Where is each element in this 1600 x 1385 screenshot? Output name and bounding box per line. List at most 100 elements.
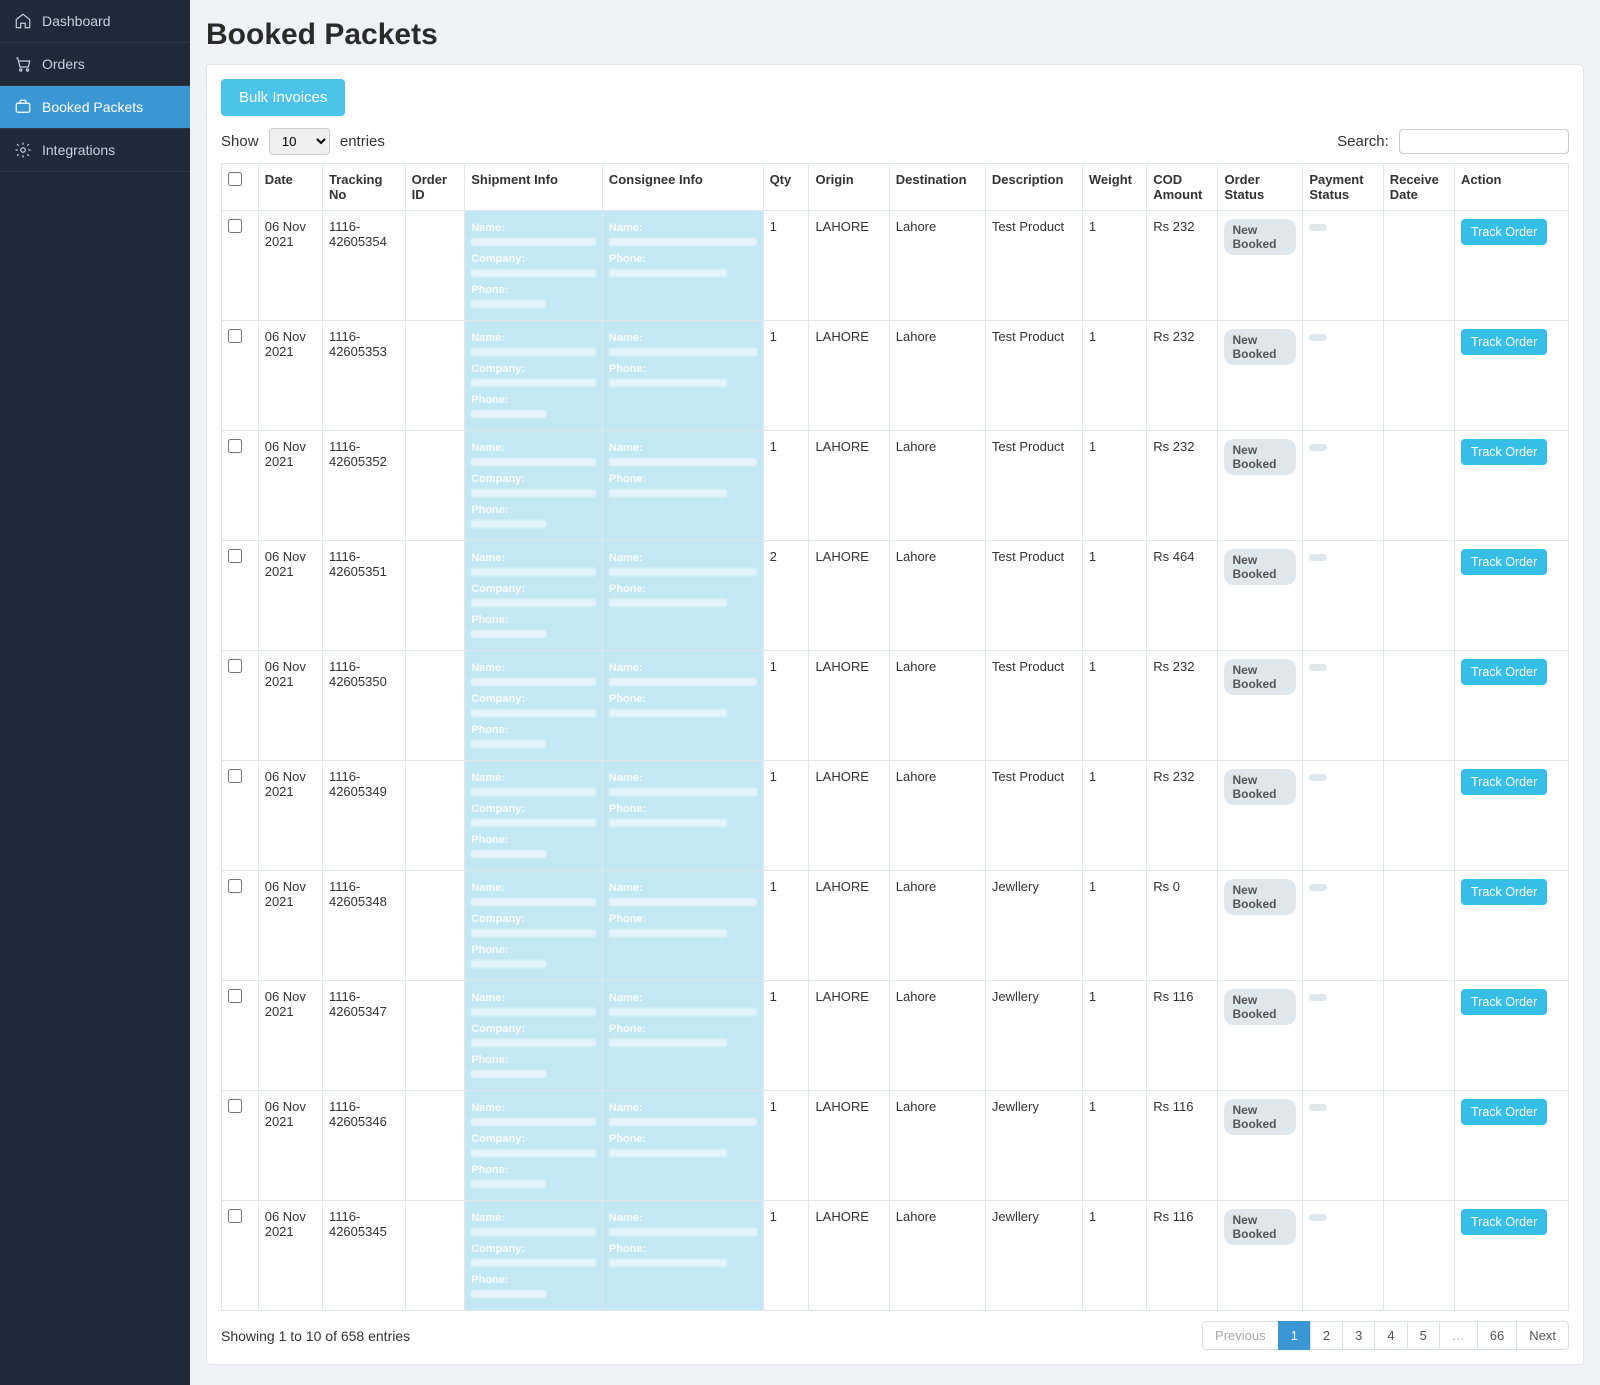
sidebar-item-label: Dashboard bbox=[42, 13, 111, 29]
cell-status: New Booked bbox=[1218, 871, 1303, 981]
cell-date: 06 Nov 2021 bbox=[258, 1201, 322, 1311]
track-order-button[interactable]: Track Order bbox=[1461, 769, 1547, 795]
row-checkbox[interactable] bbox=[228, 1209, 242, 1223]
cell-weight: 1 bbox=[1082, 761, 1146, 871]
pagination-next[interactable]: Next bbox=[1516, 1321, 1569, 1350]
payment-dash bbox=[1309, 664, 1327, 671]
cell-weight: 1 bbox=[1082, 1091, 1146, 1201]
col-cod[interactable]: COD Amount bbox=[1147, 164, 1218, 211]
sidebar-item-dashboard[interactable]: Dashboard bbox=[0, 0, 190, 43]
col-orderid[interactable]: Order ID bbox=[405, 164, 465, 211]
search-input[interactable] bbox=[1399, 129, 1569, 154]
row-checkbox[interactable] bbox=[228, 219, 242, 233]
track-order-button[interactable]: Track Order bbox=[1461, 439, 1547, 465]
table-row: 06 Nov 20211116-42605348Name:Company:Pho… bbox=[222, 871, 1569, 981]
col-origin[interactable]: Origin bbox=[809, 164, 889, 211]
row-checkbox[interactable] bbox=[228, 879, 242, 893]
cell-payment bbox=[1303, 1091, 1383, 1201]
col-select bbox=[222, 164, 259, 211]
row-checkbox[interactable] bbox=[228, 769, 242, 783]
track-order-button[interactable]: Track Order bbox=[1461, 989, 1547, 1015]
bulk-invoices-button[interactable]: Bulk Invoices bbox=[221, 79, 345, 116]
table-row: 06 Nov 20211116-42605352Name:Company:Pho… bbox=[222, 431, 1569, 541]
track-order-button[interactable]: Track Order bbox=[1461, 549, 1547, 575]
col-consignee[interactable]: Consignee Info bbox=[602, 164, 763, 211]
pagination-page-4[interactable]: 4 bbox=[1374, 1321, 1407, 1350]
cell-orderid bbox=[405, 1201, 465, 1311]
col-tracking[interactable]: Tracking No bbox=[322, 164, 405, 211]
status-badge: New Booked bbox=[1224, 219, 1296, 255]
cell-tracking: 1116-42605352 bbox=[322, 431, 405, 541]
col-destination[interactable]: Destination bbox=[889, 164, 985, 211]
track-order-button[interactable]: Track Order bbox=[1461, 329, 1547, 355]
pagination-page-…: … bbox=[1439, 1321, 1478, 1350]
cell-action: Track Order bbox=[1455, 761, 1569, 871]
cell-status: New Booked bbox=[1218, 651, 1303, 761]
sidebar-item-label: Orders bbox=[42, 56, 85, 72]
cell-qty: 1 bbox=[763, 211, 809, 321]
sidebar-item-orders[interactable]: Orders bbox=[0, 43, 190, 86]
payment-dash bbox=[1309, 334, 1327, 341]
cell-qty: 2 bbox=[763, 541, 809, 651]
cell-tracking: 1116-42605354 bbox=[322, 211, 405, 321]
row-checkbox[interactable] bbox=[228, 439, 242, 453]
status-badge: New Booked bbox=[1224, 879, 1296, 915]
track-order-button[interactable]: Track Order bbox=[1461, 879, 1547, 905]
cell-shipment: Name:Company:Phone: bbox=[465, 211, 603, 321]
pagination-page-5[interactable]: 5 bbox=[1407, 1321, 1440, 1350]
cell-action: Track Order bbox=[1455, 211, 1569, 321]
col-weight[interactable]: Weight bbox=[1082, 164, 1146, 211]
pagination-page-66[interactable]: 66 bbox=[1477, 1321, 1517, 1350]
col-shipment[interactable]: Shipment Info bbox=[465, 164, 603, 211]
cell-receive bbox=[1383, 321, 1454, 431]
row-checkbox[interactable] bbox=[228, 1099, 242, 1113]
row-checkbox[interactable] bbox=[228, 329, 242, 343]
cell-tracking: 1116-42605351 bbox=[322, 541, 405, 651]
col-payment[interactable]: Payment Status bbox=[1303, 164, 1383, 211]
cell-cod: Rs 116 bbox=[1147, 1091, 1218, 1201]
payment-dash bbox=[1309, 1214, 1327, 1221]
col-status[interactable]: Order Status bbox=[1218, 164, 1303, 211]
cell-action: Track Order bbox=[1455, 1091, 1569, 1201]
cell-payment bbox=[1303, 871, 1383, 981]
track-order-button[interactable]: Track Order bbox=[1461, 659, 1547, 685]
track-order-button[interactable]: Track Order bbox=[1461, 219, 1547, 245]
row-checkbox[interactable] bbox=[228, 659, 242, 673]
payment-dash bbox=[1309, 554, 1327, 561]
packets-table: Date Tracking No Order ID Shipment Info … bbox=[221, 163, 1569, 1311]
track-order-button[interactable]: Track Order bbox=[1461, 1209, 1547, 1235]
cell-origin: LAHORE bbox=[809, 321, 889, 431]
cell-status: New Booked bbox=[1218, 211, 1303, 321]
cell-payment bbox=[1303, 211, 1383, 321]
cell-consignee: Name:Phone: bbox=[602, 211, 763, 321]
row-checkbox[interactable] bbox=[228, 989, 242, 1003]
pagination-page-2[interactable]: 2 bbox=[1310, 1321, 1343, 1350]
cell-description: Jewllery bbox=[985, 1201, 1082, 1311]
cell-destination: Lahore bbox=[889, 761, 985, 871]
cell-destination: Lahore bbox=[889, 1201, 985, 1311]
cell-date: 06 Nov 2021 bbox=[258, 321, 322, 431]
col-receive[interactable]: Receive Date bbox=[1383, 164, 1454, 211]
cell-action: Track Order bbox=[1455, 651, 1569, 761]
cell-receive bbox=[1383, 211, 1454, 321]
select-all-checkbox[interactable] bbox=[228, 172, 242, 186]
track-order-button[interactable]: Track Order bbox=[1461, 1099, 1547, 1125]
col-date[interactable]: Date bbox=[258, 164, 322, 211]
cell-origin: LAHORE bbox=[809, 761, 889, 871]
cell-action: Track Order bbox=[1455, 431, 1569, 541]
length-select[interactable]: 102550100 bbox=[269, 128, 330, 155]
sidebar-item-integrations[interactable]: Integrations bbox=[0, 129, 190, 172]
cell-status: New Booked bbox=[1218, 761, 1303, 871]
sidebar-item-booked-packets[interactable]: Booked Packets bbox=[0, 86, 190, 129]
row-checkbox[interactable] bbox=[228, 549, 242, 563]
cell-qty: 1 bbox=[763, 651, 809, 761]
pagination-page-3[interactable]: 3 bbox=[1342, 1321, 1375, 1350]
cell-payment bbox=[1303, 321, 1383, 431]
sidebar-item-label: Integrations bbox=[42, 142, 115, 158]
cell-weight: 1 bbox=[1082, 431, 1146, 541]
col-qty[interactable]: Qty bbox=[763, 164, 809, 211]
col-description[interactable]: Description bbox=[985, 164, 1082, 211]
status-badge: New Booked bbox=[1224, 769, 1296, 805]
status-badge: New Booked bbox=[1224, 1099, 1296, 1135]
pagination-page-1[interactable]: 1 bbox=[1278, 1321, 1311, 1350]
